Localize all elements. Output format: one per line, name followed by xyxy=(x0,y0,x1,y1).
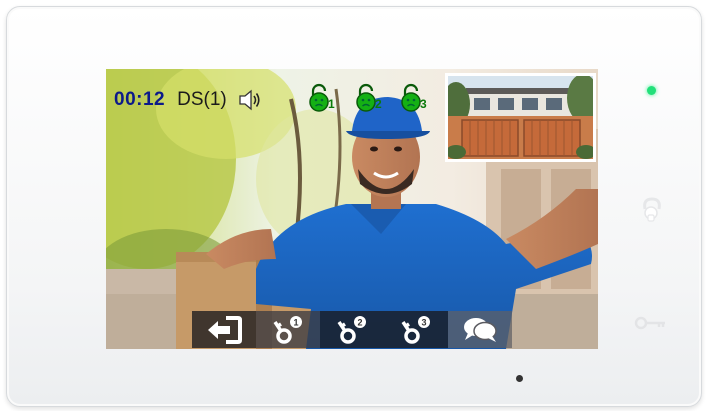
pip-camera-view[interactable] xyxy=(445,73,596,162)
call-timer: 00:12 xyxy=(114,89,166,110)
lock-number: 3 xyxy=(420,97,427,111)
lock-number: 1 xyxy=(328,97,335,111)
lock-status-1: 1 xyxy=(306,83,338,115)
video-screen[interactable]: 00:12 DS(1) 1 2 3 1 2 3 xyxy=(106,69,598,349)
talk-icon xyxy=(464,317,497,342)
exit-button[interactable] xyxy=(192,311,256,348)
handset-icon xyxy=(643,197,661,222)
status-led xyxy=(647,86,656,95)
unlock-1-number: 1 xyxy=(293,317,298,327)
unlock-2-number: 2 xyxy=(357,317,362,327)
call-status-bar: 00:12 DS(1) xyxy=(114,87,263,113)
unlock-3-button[interactable]: 3 xyxy=(384,311,448,348)
unlock-3-number: 3 xyxy=(421,317,426,327)
unlock-hardware-button[interactable] xyxy=(634,315,668,331)
call-toolbar: 1 2 3 xyxy=(192,311,512,348)
unlock-2-button[interactable]: 2 xyxy=(320,311,384,348)
door-station-label: DS(1) xyxy=(177,89,227,110)
talk-button[interactable] xyxy=(448,311,512,348)
gate-camera-image xyxy=(448,76,593,159)
speaker-volume-icon[interactable] xyxy=(237,88,263,112)
microphone-hole xyxy=(516,375,523,382)
lock-status-2: 2 xyxy=(353,83,385,115)
exit-icon xyxy=(208,315,242,344)
lock-status-3: 3 xyxy=(398,83,430,115)
key-icon xyxy=(634,316,665,330)
unlock-2-icon: 2 xyxy=(337,315,366,344)
lock-number: 2 xyxy=(375,97,382,111)
unlock-3-icon: 3 xyxy=(401,315,430,344)
unlock-1-button[interactable]: 1 xyxy=(256,311,320,348)
unlock-1-icon: 1 xyxy=(273,315,302,344)
talk-hardware-button[interactable] xyxy=(639,195,665,225)
